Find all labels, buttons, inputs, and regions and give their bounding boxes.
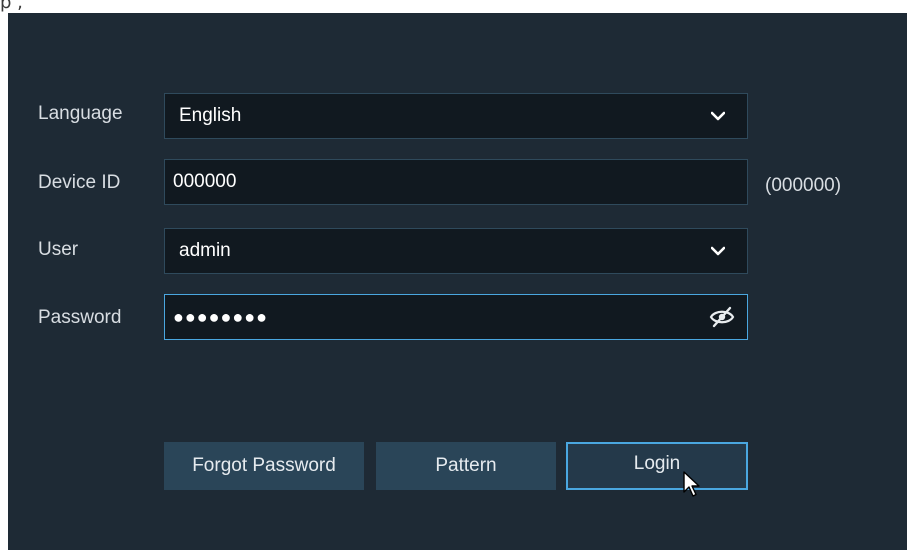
device-id-hint: (000000) <box>765 175 842 196</box>
user-select[interactable]: admin <box>164 228 748 274</box>
device-id-value: 000000 <box>173 171 237 192</box>
language-select[interactable]: English <box>164 93 748 139</box>
eye-off-icon[interactable] <box>707 305 737 329</box>
password-label: Password <box>38 307 122 328</box>
pattern-button[interactable]: Pattern <box>376 442 556 490</box>
device-id-field[interactable]: 000000 <box>164 159 748 205</box>
login-button[interactable]: Login <box>566 442 748 490</box>
forgot-password-button[interactable]: Forgot Password <box>164 442 364 490</box>
chevron-down-icon[interactable] <box>703 106 733 126</box>
device-id-label: Device ID <box>38 172 121 193</box>
cropped-top-text: p , <box>0 0 23 13</box>
login-panel: Language English Device ID 000000 (00000… <box>8 13 907 550</box>
mouse-pointer-icon <box>683 471 700 497</box>
user-value: admin <box>179 240 231 261</box>
password-value: ●●●●●●●● <box>173 306 268 327</box>
chevron-down-icon[interactable] <box>703 241 733 261</box>
language-label: Language <box>38 103 123 124</box>
language-value: English <box>179 105 242 126</box>
user-label: User <box>38 239 79 260</box>
password-field[interactable]: ●●●●●●●● <box>164 294 748 340</box>
